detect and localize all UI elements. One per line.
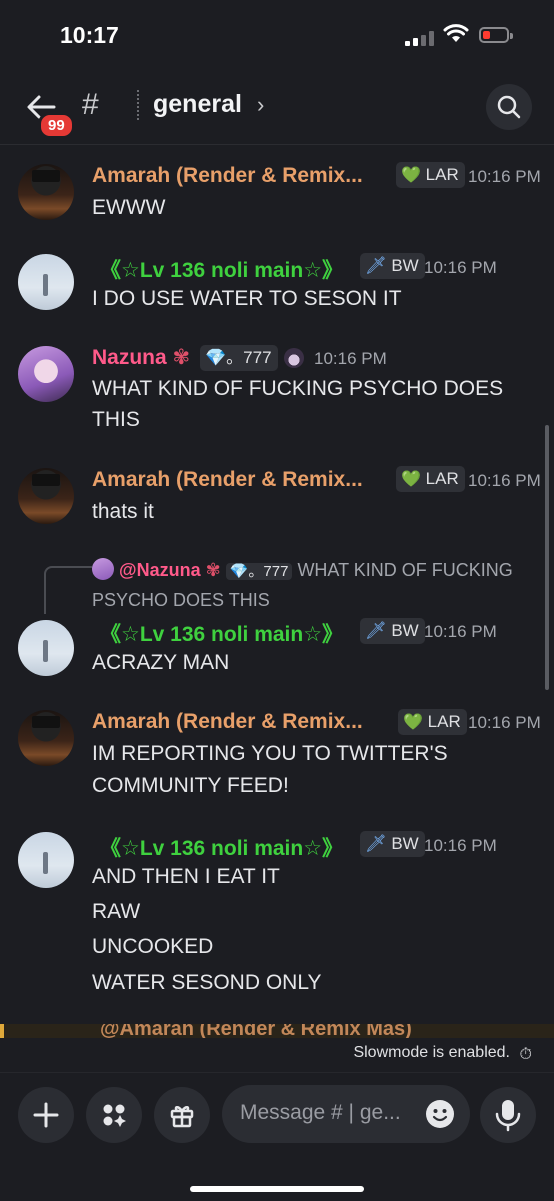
message-text: ACRAZY MAN	[92, 651, 230, 674]
timer-icon: ⏱	[519, 1046, 532, 1063]
reply-text: WHAT KIND OF FUCKING	[297, 560, 513, 580]
gift-icon	[170, 1106, 194, 1128]
unread-badge: 99	[38, 112, 75, 139]
sword-icon: 🗡	[365, 621, 387, 640]
message-text: EWWW	[92, 196, 166, 219]
avatar[interactable]	[18, 346, 74, 402]
scrollbar[interactable]	[545, 425, 549, 690]
avatar[interactable]	[18, 468, 74, 524]
role-tag: 🗡 BW	[360, 831, 425, 857]
author-name[interactable]: Amarah (Render & Remix...	[92, 710, 363, 734]
role-tag: 🗡 BW	[360, 618, 425, 644]
flower-icon: ✾	[205, 560, 221, 580]
channel-name[interactable]: general	[153, 90, 242, 119]
slowmode-notice: Slowmode is enabled. ⏱	[0, 1038, 554, 1070]
status-bar: 10:17	[0, 0, 554, 70]
message[interactable]: 《☆Lv 136 noli main☆》 🗡 BW 10:16 PM ACRAZ…	[0, 614, 554, 684]
role-tag: 💚 LAR	[396, 162, 465, 188]
timestamp: 10:16 PM	[468, 167, 541, 186]
message[interactable]: 《☆Lv 136 noli main☆》 🗡 BW 10:16 PM I DO …	[0, 250, 554, 320]
author-name[interactable]: Nazuna ✾	[92, 345, 190, 370]
message[interactable]: Amarah (Render & Remix... 💚 LAR 10:16 PM…	[0, 706, 554, 806]
sparkle-apps-icon	[103, 1104, 126, 1127]
chevron-right-icon[interactable]: ›	[257, 92, 264, 118]
reply-role-tag: 💎。777	[225, 563, 293, 580]
avatar[interactable]	[18, 620, 74, 676]
message-text: I DO USE WATER TO SESON IT	[92, 287, 402, 310]
avatar[interactable]	[18, 710, 74, 766]
message-text: thats it	[92, 500, 154, 523]
avatar[interactable]	[18, 832, 74, 888]
search-button[interactable]	[486, 84, 532, 130]
message[interactable]: 《☆Lv 136 noli main☆》 🗡 BW 10:16 PM AND T…	[0, 828, 554, 998]
message-placeholder: Message # | ge...	[240, 1101, 401, 1124]
message-text: AND THEN I EAT IT	[92, 865, 280, 888]
green-heart-icon: 💚	[401, 471, 421, 488]
reply-text: PSYCHO DOES THIS	[92, 590, 270, 610]
search-icon	[497, 95, 521, 119]
message-text: COMMUNITY FEED!	[92, 774, 289, 797]
battery-icon	[479, 27, 513, 43]
message-text: IM REPORTING YOU TO TWITTER'S	[92, 742, 448, 765]
author-name[interactable]: 《☆Lv 136 noli main☆》	[100, 832, 343, 862]
avatar[interactable]	[18, 254, 74, 310]
wifi-icon	[443, 24, 469, 42]
reply-preview[interactable]: @Nazuna ✾ 💎。777 WHAT KIND OF FUCKING PSY…	[92, 556, 532, 614]
message-text: WHAT KIND OF FUCKING PSYCHO DOES	[92, 377, 504, 400]
message-input[interactable]: Message # | ge...	[222, 1085, 470, 1143]
microphone-icon	[495, 1100, 521, 1132]
slowmode-text: Slowmode is enabled.	[353, 1044, 510, 1061]
message[interactable]: Amarah (Render & Remix... 💚 LAR 10:16 PM…	[0, 160, 554, 230]
author-name[interactable]: Amarah (Render & Remix...	[92, 164, 363, 188]
role-tag: 💎。777	[200, 345, 278, 371]
home-indicator[interactable]	[190, 1186, 364, 1192]
partially-visible-message: @Amarah (Render & Remix Mas)	[0, 1024, 554, 1038]
flower-icon: ✾	[172, 346, 191, 369]
timestamp: 10:16 PM	[468, 471, 541, 490]
timestamp: 10:16 PM	[424, 622, 497, 641]
message-text: WATER SESOND ONLY	[92, 971, 322, 994]
emoji-icon[interactable]	[425, 1099, 455, 1129]
reply-author: @Nazuna	[119, 560, 201, 580]
diamond-icon: 💎	[205, 348, 227, 367]
timestamp: 10:16 PM	[468, 713, 541, 732]
message[interactable]: Nazuna ✾ 💎。777 10:16 PM WHAT KIND OF FUC…	[0, 342, 554, 442]
message[interactable]: Amarah (Render & Remix... 💚 LAR 10:16 PM…	[0, 464, 554, 534]
composer-bar: Message # | ge...	[0, 1072, 554, 1201]
reply-connector	[44, 566, 92, 614]
plus-icon	[33, 1102, 59, 1128]
header-divider	[137, 90, 139, 120]
status-time: 10:17	[60, 22, 119, 48]
role-tag: 💚 LAR	[398, 709, 467, 735]
timestamp: 10:16 PM	[314, 349, 387, 368]
timestamp: 10:16 PM	[424, 258, 497, 277]
voice-message-button[interactable]	[480, 1087, 536, 1143]
green-heart-icon: 💚	[403, 714, 423, 731]
message-text: RAW	[92, 900, 141, 923]
channel-hash-icon: #	[82, 88, 99, 121]
message-text: UNCOOKED	[92, 935, 214, 958]
sword-icon: 🗡	[365, 834, 387, 853]
author-name[interactable]: Amarah (Render & Remix...	[92, 468, 363, 492]
role-tag: 💚 LAR	[396, 466, 465, 492]
timestamp: 10:16 PM	[424, 836, 497, 855]
cellular-signal-icon	[405, 30, 435, 46]
avatar[interactable]	[18, 164, 74, 220]
gift-button[interactable]	[154, 1087, 210, 1143]
server-icon	[284, 348, 304, 368]
message-text: THIS	[92, 408, 140, 431]
green-heart-icon: 💚	[401, 167, 421, 184]
author-name[interactable]: 《☆Lv 136 noli main☆》	[100, 254, 343, 284]
author-name[interactable]: 《☆Lv 136 noli main☆》	[100, 618, 343, 648]
reply-avatar	[92, 558, 114, 580]
add-attachment-button[interactable]	[18, 1087, 74, 1143]
apps-button[interactable]	[86, 1087, 142, 1143]
channel-header: 99 # general ›	[0, 74, 554, 145]
role-tag: 🗡 BW	[360, 253, 425, 279]
sword-icon: 🗡	[365, 256, 387, 275]
